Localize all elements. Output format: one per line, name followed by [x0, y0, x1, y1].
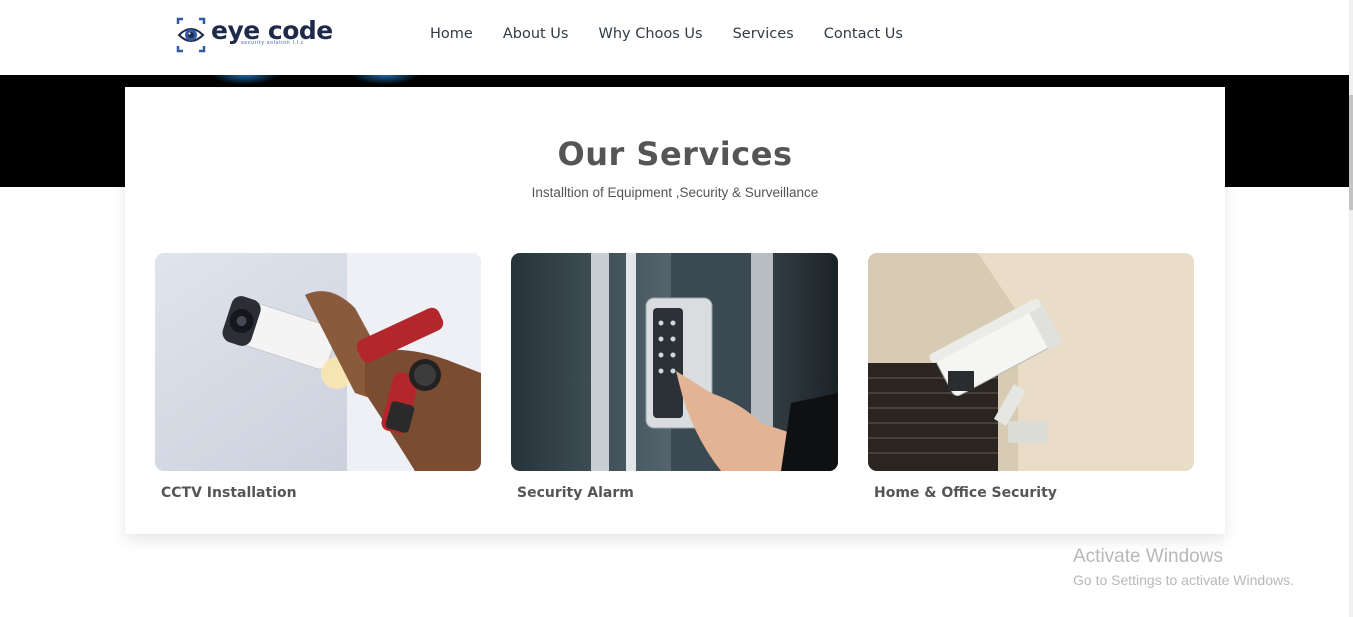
cctv-installation-image[interactable]: [155, 253, 481, 471]
brand-logo[interactable]: eye code security solution l.l.c: [175, 16, 333, 54]
nav-why-choose-us[interactable]: Why Choos Us: [598, 26, 702, 42]
services-title: Our Services: [557, 135, 793, 173]
nav-home[interactable]: Home: [430, 26, 473, 42]
services-subtitle: Installtion of Equipment ,Security & Sur…: [531, 185, 819, 200]
hero-glow: [350, 75, 420, 85]
service-card-label[interactable]: CCTV Installation: [161, 485, 481, 501]
site-header: eye code security solution l.l.c Home Ab…: [0, 0, 1349, 75]
nav-services[interactable]: Services: [733, 26, 794, 42]
hero-glow: [210, 75, 280, 85]
brand-text: eye code security solution l.l.c: [211, 16, 333, 54]
watermark-title: Activate Windows: [1073, 546, 1223, 567]
service-card-home-office[interactable]: Home & Office Security: [868, 253, 1194, 501]
home-office-security-image[interactable]: [868, 253, 1194, 471]
service-card-label[interactable]: Home & Office Security: [874, 485, 1194, 501]
nav-contact-us[interactable]: Contact Us: [824, 26, 903, 42]
windows-activation-watermark: Activate Windows Go to Settings to activ…: [1073, 546, 1294, 588]
services-section: Our Services Installtion of Equipment ,S…: [125, 87, 1225, 534]
service-card-cctv[interactable]: CCTV Installation: [155, 253, 481, 501]
eye-logo-icon: [176, 17, 206, 53]
watermark-subtitle: Go to Settings to activate Windows.: [1073, 572, 1294, 588]
page-scrollbar[interactable]: [1349, 0, 1353, 617]
brand-tagline: security solution l.l.c: [241, 40, 305, 46]
security-alarm-image[interactable]: [511, 253, 838, 471]
service-card-alarm[interactable]: Security Alarm: [511, 253, 838, 501]
main-nav: Home About Us Why Choos Us Services Cont…: [430, 26, 903, 42]
scrollbar-thumb[interactable]: [1349, 95, 1353, 210]
nav-about-us[interactable]: About Us: [503, 26, 569, 42]
service-card-label[interactable]: Security Alarm: [517, 485, 838, 501]
